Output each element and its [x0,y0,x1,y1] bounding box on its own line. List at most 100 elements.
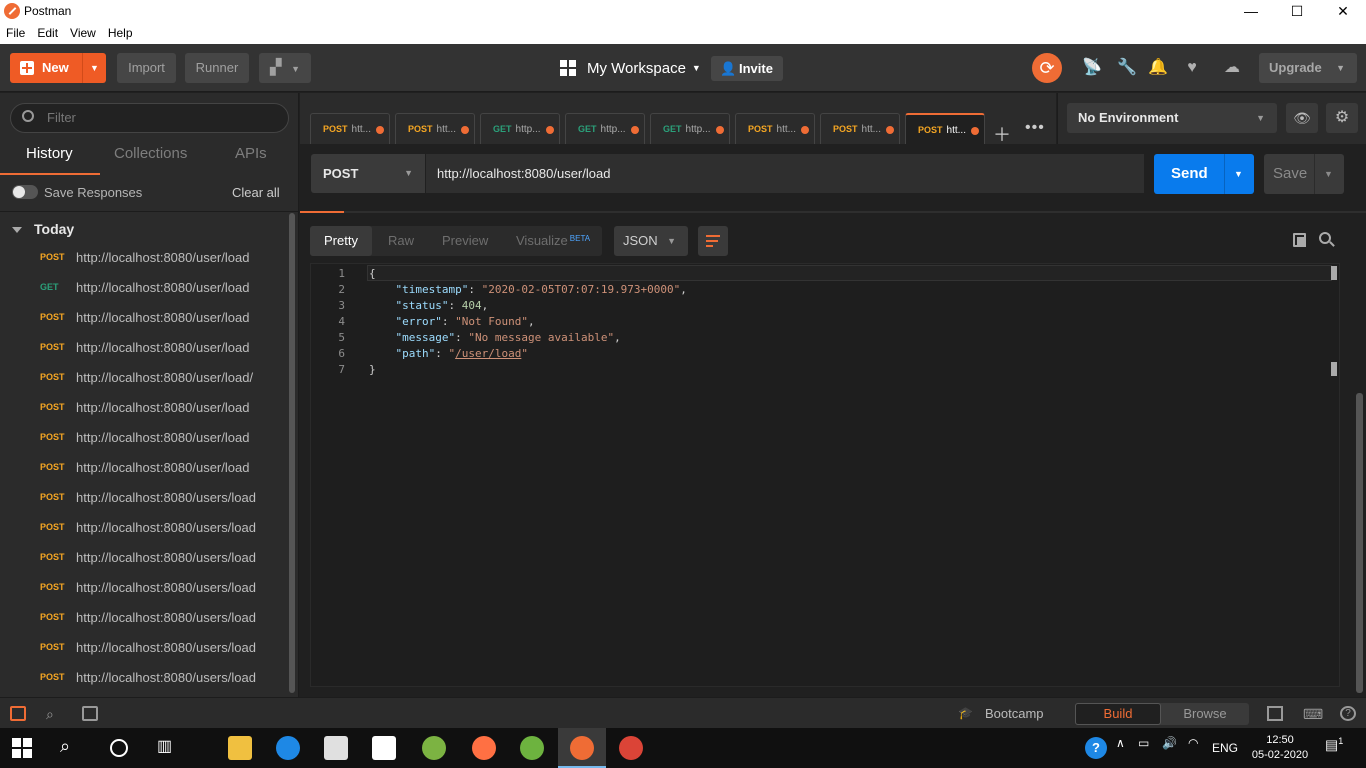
heart-icon[interactable]: ♥ [1182,58,1202,78]
send-button[interactable]: Send ▼ [1154,154,1254,194]
task-view-icon[interactable]: ▥ [157,736,181,760]
tab-pretty[interactable]: Pretty [310,226,372,256]
menu-edit[interactable]: Edit [37,26,58,40]
history-item[interactable]: POST http://localhost:8080/user/load [0,242,287,272]
history-item[interactable]: POST http://localhost:8080/user/load/ [0,362,287,392]
search-icon[interactable] [1319,232,1331,244]
history-item[interactable]: POST http://localhost:8080/users/load [0,572,287,602]
new-button[interactable]: New ▼ [10,53,106,83]
history-item[interactable]: POST http://localhost:8080/users/load [0,482,287,512]
mail-icon[interactable] [372,736,396,760]
request-tab[interactable]: GET http... [565,113,645,144]
postman-taskbar-icon[interactable] [570,736,594,760]
search-icon[interactable]: ⌕ [60,736,84,760]
help-icon[interactable]: ? [1340,706,1356,721]
tab-collections[interactable]: Collections [114,145,187,162]
gear-icon[interactable]: ⚙ [1326,103,1358,133]
main-scrollbar[interactable] [1356,393,1363,693]
windows-start-icon[interactable] [12,738,32,758]
edge-icon[interactable] [276,736,300,760]
chevron-down-icon[interactable]: ▼ [1234,154,1243,194]
new-window-button[interactable]: ▞ ▼ [259,53,311,83]
keyboard-icon[interactable]: ⌨ [1303,706,1323,722]
notification-icon[interactable]: ▤1 [1325,736,1349,760]
help-icon[interactable]: ? [1085,737,1107,759]
workspace-selector[interactable]: My Workspace ▼ [560,53,701,83]
runner-button[interactable]: Runner [185,53,249,83]
format-select[interactable]: JSON ▼ [614,226,688,256]
volume-icon[interactable]: 🔊 [1162,736,1186,760]
more-tabs-icon[interactable]: ••• [1025,119,1045,137]
history-item[interactable]: POST http://localhost:8080/user/load [0,422,287,452]
file-explorer-icon[interactable] [228,736,252,760]
cloud-icon[interactable]: ☁ [1222,58,1242,78]
bootcamp-button[interactable]: Bootcamp [985,706,1044,721]
history-item[interactable]: POST http://localhost:8080/user/load [0,332,287,362]
tab-visualize[interactable]: Visualize BETA [516,226,590,256]
wrap-lines-button[interactable] [698,226,728,256]
history-item[interactable]: POST http://localhost:8080/user/load [0,302,287,332]
invite-button[interactable]: 👤 Invite [711,56,783,81]
cortana-icon[interactable] [110,739,128,757]
build-tab[interactable]: Build [1075,703,1161,725]
method-select[interactable]: POST ▼ [311,154,425,193]
menu-view[interactable]: View [70,26,96,40]
import-button[interactable]: Import [117,53,176,83]
history-item[interactable]: GET http://localhost:8080/user/load [0,272,287,302]
request-tab[interactable]: POST htt... [905,113,985,144]
chevron-up-icon[interactable]: ∧ [1116,736,1140,760]
language-indicator[interactable]: ENG [1212,741,1238,755]
copy-icon[interactable] [1293,233,1306,247]
tab-raw[interactable]: Raw [388,226,414,256]
two-pane-icon[interactable] [1267,706,1283,721]
response-body[interactable]: 1{ 2 "timestamp": "2020-02-05T07:07:19.9… [310,263,1340,687]
code-scroll-marker[interactable] [1331,362,1337,376]
history-item[interactable]: POST http://localhost:8080/users/load [0,602,287,632]
url-input[interactable] [426,154,1144,193]
environment-select[interactable]: No Environment ▼ [1067,103,1277,133]
sidebar-scrollbar[interactable] [289,213,295,693]
history-item[interactable]: POST http://localhost:8080/users/load [0,542,287,572]
history-item[interactable]: POST http://localhost:8080/users/load [0,512,287,542]
browse-tab[interactable]: Browse [1161,703,1249,725]
bell-icon[interactable]: 🔔 [1148,58,1168,78]
save-responses-toggle[interactable] [12,185,38,199]
tab-preview[interactable]: Preview [442,226,488,256]
eye-icon[interactable]: 👁 [1286,103,1318,133]
history-item[interactable]: POST http://localhost:8080/users/load [0,662,287,692]
tab-history[interactable]: History [26,145,73,162]
spring-tool-icon[interactable] [520,736,544,760]
history-item[interactable]: POST http://localhost:8080/user/load [0,452,287,482]
wifi-icon[interactable]: ◠ [1188,736,1212,760]
chrome-icon[interactable] [619,736,643,760]
battery-icon[interactable]: ▭ [1138,736,1162,760]
console-icon[interactable] [82,706,98,721]
upgrade-button[interactable]: Upgrade ▼ [1259,53,1357,83]
tab-apis[interactable]: APIs [235,145,267,162]
maximize-button[interactable]: ☐ [1274,0,1320,22]
request-tab[interactable]: POST htt... [395,113,475,144]
menu-help[interactable]: Help [108,26,133,40]
save-button[interactable]: Save ▼ [1264,154,1344,194]
history-group-today[interactable]: Today [12,221,74,237]
search-icon[interactable]: ⌕ [46,706,62,722]
request-tab[interactable]: POST htt... [310,113,390,144]
wrench-icon[interactable]: 🔧 [1117,58,1137,78]
firefox-icon[interactable] [472,736,496,760]
chevron-down-icon[interactable]: ▼ [1324,154,1333,194]
satellite-icon[interactable]: 📡 [1082,58,1102,78]
android-studio-icon[interactable] [422,736,446,760]
clock[interactable]: 12:50 05-02-2020 [1250,733,1310,763]
chevron-down-icon[interactable]: ▼ [90,53,99,83]
request-tab[interactable]: POST htt... [735,113,815,144]
request-tab[interactable]: GET http... [650,113,730,144]
minimize-button[interactable]: — [1228,0,1274,22]
close-button[interactable]: ✕ [1320,0,1366,22]
code-scroll-marker[interactable] [1331,266,1337,280]
history-item[interactable]: POST http://localhost:8080/user/load [0,392,287,422]
request-tab[interactable]: GET http... [480,113,560,144]
sidebar-toggle-icon[interactable] [10,706,26,721]
menu-file[interactable]: File [6,26,25,40]
store-icon[interactable] [324,736,348,760]
clear-all-button[interactable]: Clear all [232,185,280,200]
